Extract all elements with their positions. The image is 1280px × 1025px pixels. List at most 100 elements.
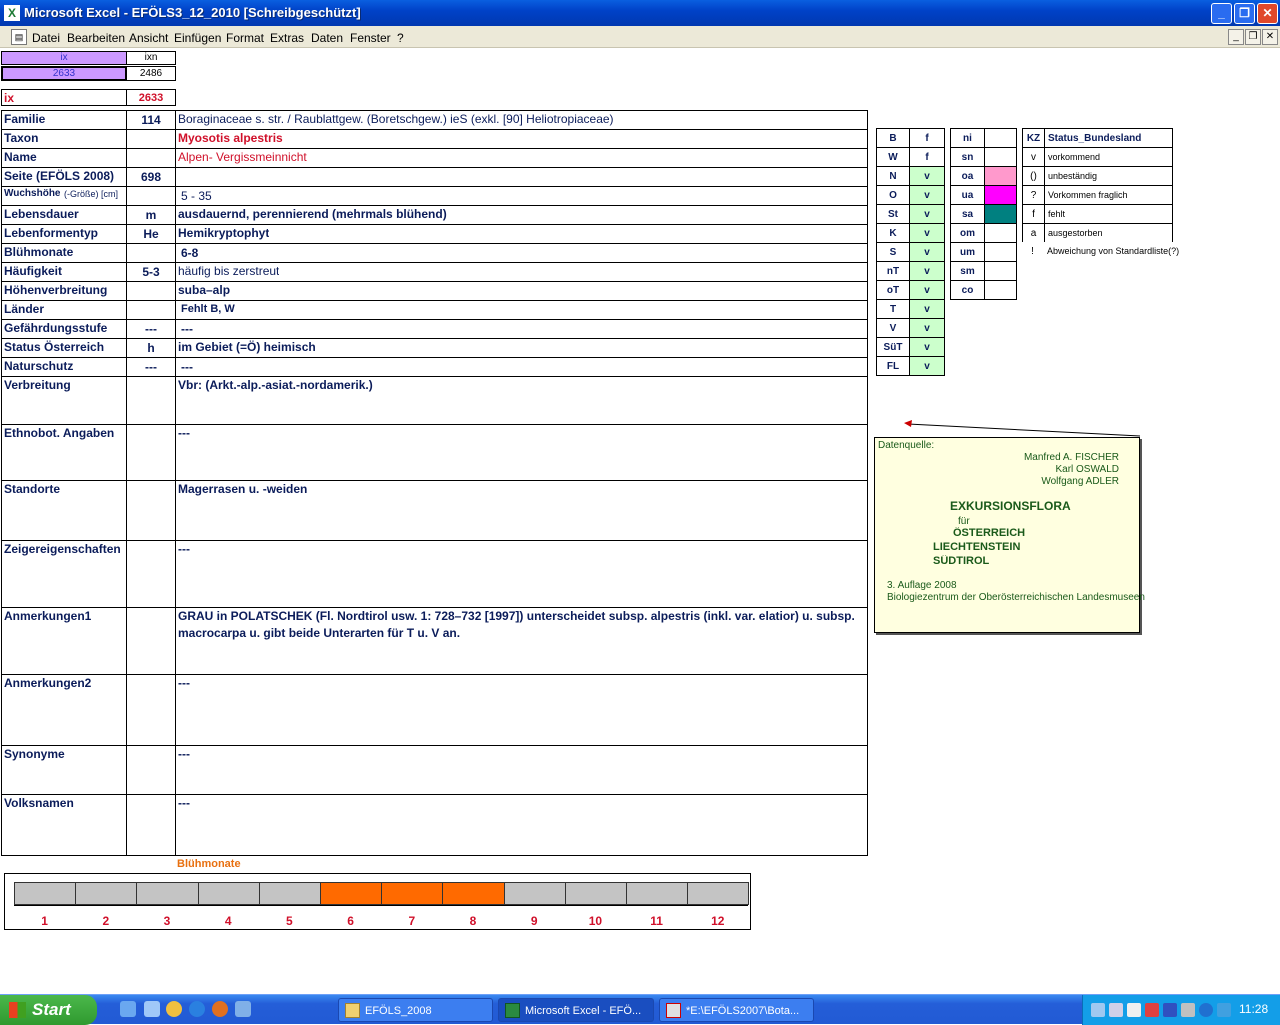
menu-fenster[interactable]: Fenster	[350, 31, 391, 45]
field-code-cell[interactable]	[126, 129, 176, 149]
field-code-cell[interactable]	[126, 480, 176, 541]
field-label-cell[interactable]: Zeigereigenschaften	[1, 540, 127, 608]
bar-month-7[interactable]	[381, 882, 444, 905]
field-code-cell[interactable]	[126, 674, 176, 746]
field-label-cell[interactable]: Volksnamen	[1, 794, 127, 856]
menu-einfuegen[interactable]: Einfügen	[174, 31, 221, 45]
field-label-cell[interactable]: Verbreitung	[1, 376, 127, 425]
zone-code-cell[interactable]: co	[950, 280, 985, 300]
field-label-cell[interactable]: Anmerkungen1	[1, 607, 127, 675]
field-value-cell[interactable]: Fehlt B, W	[175, 300, 868, 320]
info-icon[interactable]	[1199, 1003, 1213, 1017]
field-code-cell[interactable]	[126, 148, 176, 168]
field-value-cell[interactable]: ausdauernd, perennierend (mehrmals blühe…	[175, 205, 868, 225]
zone-color-cell[interactable]	[984, 185, 1017, 205]
field-code-cell[interactable]: h	[126, 338, 176, 358]
state-status-cell[interactable]: v	[909, 242, 945, 262]
zone-color-cell[interactable]	[984, 147, 1017, 167]
ix-big-value-cell[interactable]: 2633	[126, 89, 176, 106]
field-value-cell[interactable]: ---	[175, 540, 868, 608]
outlook-icon[interactable]	[235, 1001, 251, 1017]
field-label-cell[interactable]: Gefährdungsstufe	[1, 319, 127, 339]
field-code-cell[interactable]	[126, 186, 176, 206]
state-code-cell[interactable]: V	[876, 318, 910, 338]
update-icon[interactable]	[1217, 1003, 1231, 1017]
state-code-cell[interactable]: oT	[876, 280, 910, 300]
field-value-cell[interactable]: Vbr: (Arkt.-alp.-asiat.-nordamerik.)	[175, 376, 868, 425]
bar-month-11[interactable]	[626, 882, 689, 905]
taskbar-item-file[interactable]: *E:\EFÖLS2007\Bota...	[659, 998, 814, 1022]
state-code-cell[interactable]: St	[876, 204, 910, 224]
zone-color-cell[interactable]	[984, 242, 1017, 262]
field-label-cell[interactable]: Status Österreich	[1, 338, 127, 358]
network-icon[interactable]	[1091, 1003, 1105, 1017]
state-status-cell[interactable]: v	[909, 356, 945, 376]
state-status-cell[interactable]: v	[909, 204, 945, 224]
field-label-cell[interactable]: Taxon	[1, 129, 127, 149]
state-status-cell[interactable]: v	[909, 299, 945, 319]
minimize-button[interactable]: _	[1211, 3, 1232, 24]
firefox-icon[interactable]	[212, 1001, 228, 1017]
internet-explorer-icon[interactable]	[189, 1001, 205, 1017]
field-value-cell[interactable]: Alpen- Vergissmeinnicht	[175, 148, 868, 168]
shield-icon[interactable]	[1163, 1003, 1177, 1017]
bar-month-2[interactable]	[75, 882, 138, 905]
field-value-cell[interactable]: ---	[175, 319, 868, 339]
field-value-cell[interactable]: suba–alp	[175, 281, 868, 301]
ixn-header-cell[interactable]: ixn	[126, 51, 176, 65]
close-button[interactable]: ✕	[1257, 3, 1278, 24]
workbook-icon[interactable]: ▤	[11, 29, 27, 45]
field-label-cell[interactable]: Lebenformentyp	[1, 224, 127, 244]
state-status-cell[interactable]: v	[909, 185, 945, 205]
field-value-cell[interactable]: 6-8	[175, 243, 868, 263]
ix-header-cell[interactable]: ix	[1, 51, 127, 65]
state-code-cell[interactable]: S	[876, 242, 910, 262]
taskbar-item-excel[interactable]: Microsoft Excel - EFÖ...	[498, 998, 654, 1022]
search-icon[interactable]	[1127, 1003, 1141, 1017]
zone-code-cell[interactable]: sn	[950, 147, 985, 167]
excel-icon[interactable]: X	[4, 5, 20, 21]
menu-ansicht[interactable]: Ansicht	[129, 31, 168, 45]
state-code-cell[interactable]: O	[876, 185, 910, 205]
bar-month-12[interactable]	[687, 882, 750, 905]
zone-code-cell[interactable]: oa	[950, 166, 985, 186]
field-code-cell[interactable]	[126, 281, 176, 301]
field-value-cell[interactable]: ---	[175, 424, 868, 481]
field-code-cell[interactable]: ---	[126, 357, 176, 377]
bar-month-4[interactable]	[197, 882, 260, 905]
zone-color-cell[interactable]	[984, 204, 1017, 224]
ix-big-label-cell[interactable]: ix	[1, 89, 127, 106]
field-value-cell[interactable]: 5 - 35	[175, 186, 868, 206]
field-code-cell[interactable]	[126, 540, 176, 608]
field-label-cell[interactable]: Name	[1, 148, 127, 168]
zone-color-cell[interactable]	[984, 166, 1017, 186]
field-value-cell[interactable]: ---	[175, 357, 868, 377]
field-code-cell[interactable]: 114	[126, 110, 176, 130]
ix-value-cell[interactable]: 2633	[1, 66, 127, 81]
field-code-cell[interactable]: 5-3	[126, 262, 176, 282]
zone-code-cell[interactable]: sm	[950, 261, 985, 281]
start-button[interactable]: Start	[0, 995, 97, 1025]
zone-code-cell[interactable]: sa	[950, 204, 985, 224]
state-status-cell[interactable]: v	[909, 166, 945, 186]
doc-minimize-button[interactable]: _	[1228, 29, 1244, 45]
bar-month-1[interactable]	[14, 882, 77, 905]
taskbar-item-folder[interactable]: EFÖLS_2008	[338, 998, 493, 1022]
restore-button[interactable]: ❐	[1234, 3, 1255, 24]
zone-code-cell[interactable]: um	[950, 242, 985, 262]
field-label-cell[interactable]: Anmerkungen2	[1, 674, 127, 746]
bar-month-9[interactable]	[503, 882, 566, 905]
menu-format[interactable]: Format	[226, 31, 264, 45]
worksheet[interactable]: ix ixn 2633 2486 ix 2633 Familie 114 Borag…	[0, 48, 1280, 990]
state-code-cell[interactable]: T	[876, 299, 910, 319]
state-code-cell[interactable]: W	[876, 147, 910, 167]
field-label-cell[interactable]: Blühmonate	[1, 243, 127, 263]
field-label-cell[interactable]: Wuchshöhe (-Größe) [cm]	[1, 186, 127, 206]
bluehmonate-chart[interactable]: 1 2 3 4 5 6 7 8 9 10 11 12	[4, 873, 751, 930]
doc-close-button[interactable]: ✕	[1262, 29, 1278, 45]
field-code-cell[interactable]	[126, 607, 176, 675]
field-label-cell[interactable]: Häufigkeit	[1, 262, 127, 282]
zone-color-cell[interactable]	[984, 223, 1017, 243]
field-value-cell[interactable]: Boraginaceae s. str. / Raublattgew. (Bor…	[175, 110, 868, 130]
ixn-value-cell[interactable]: 2486	[126, 66, 176, 81]
